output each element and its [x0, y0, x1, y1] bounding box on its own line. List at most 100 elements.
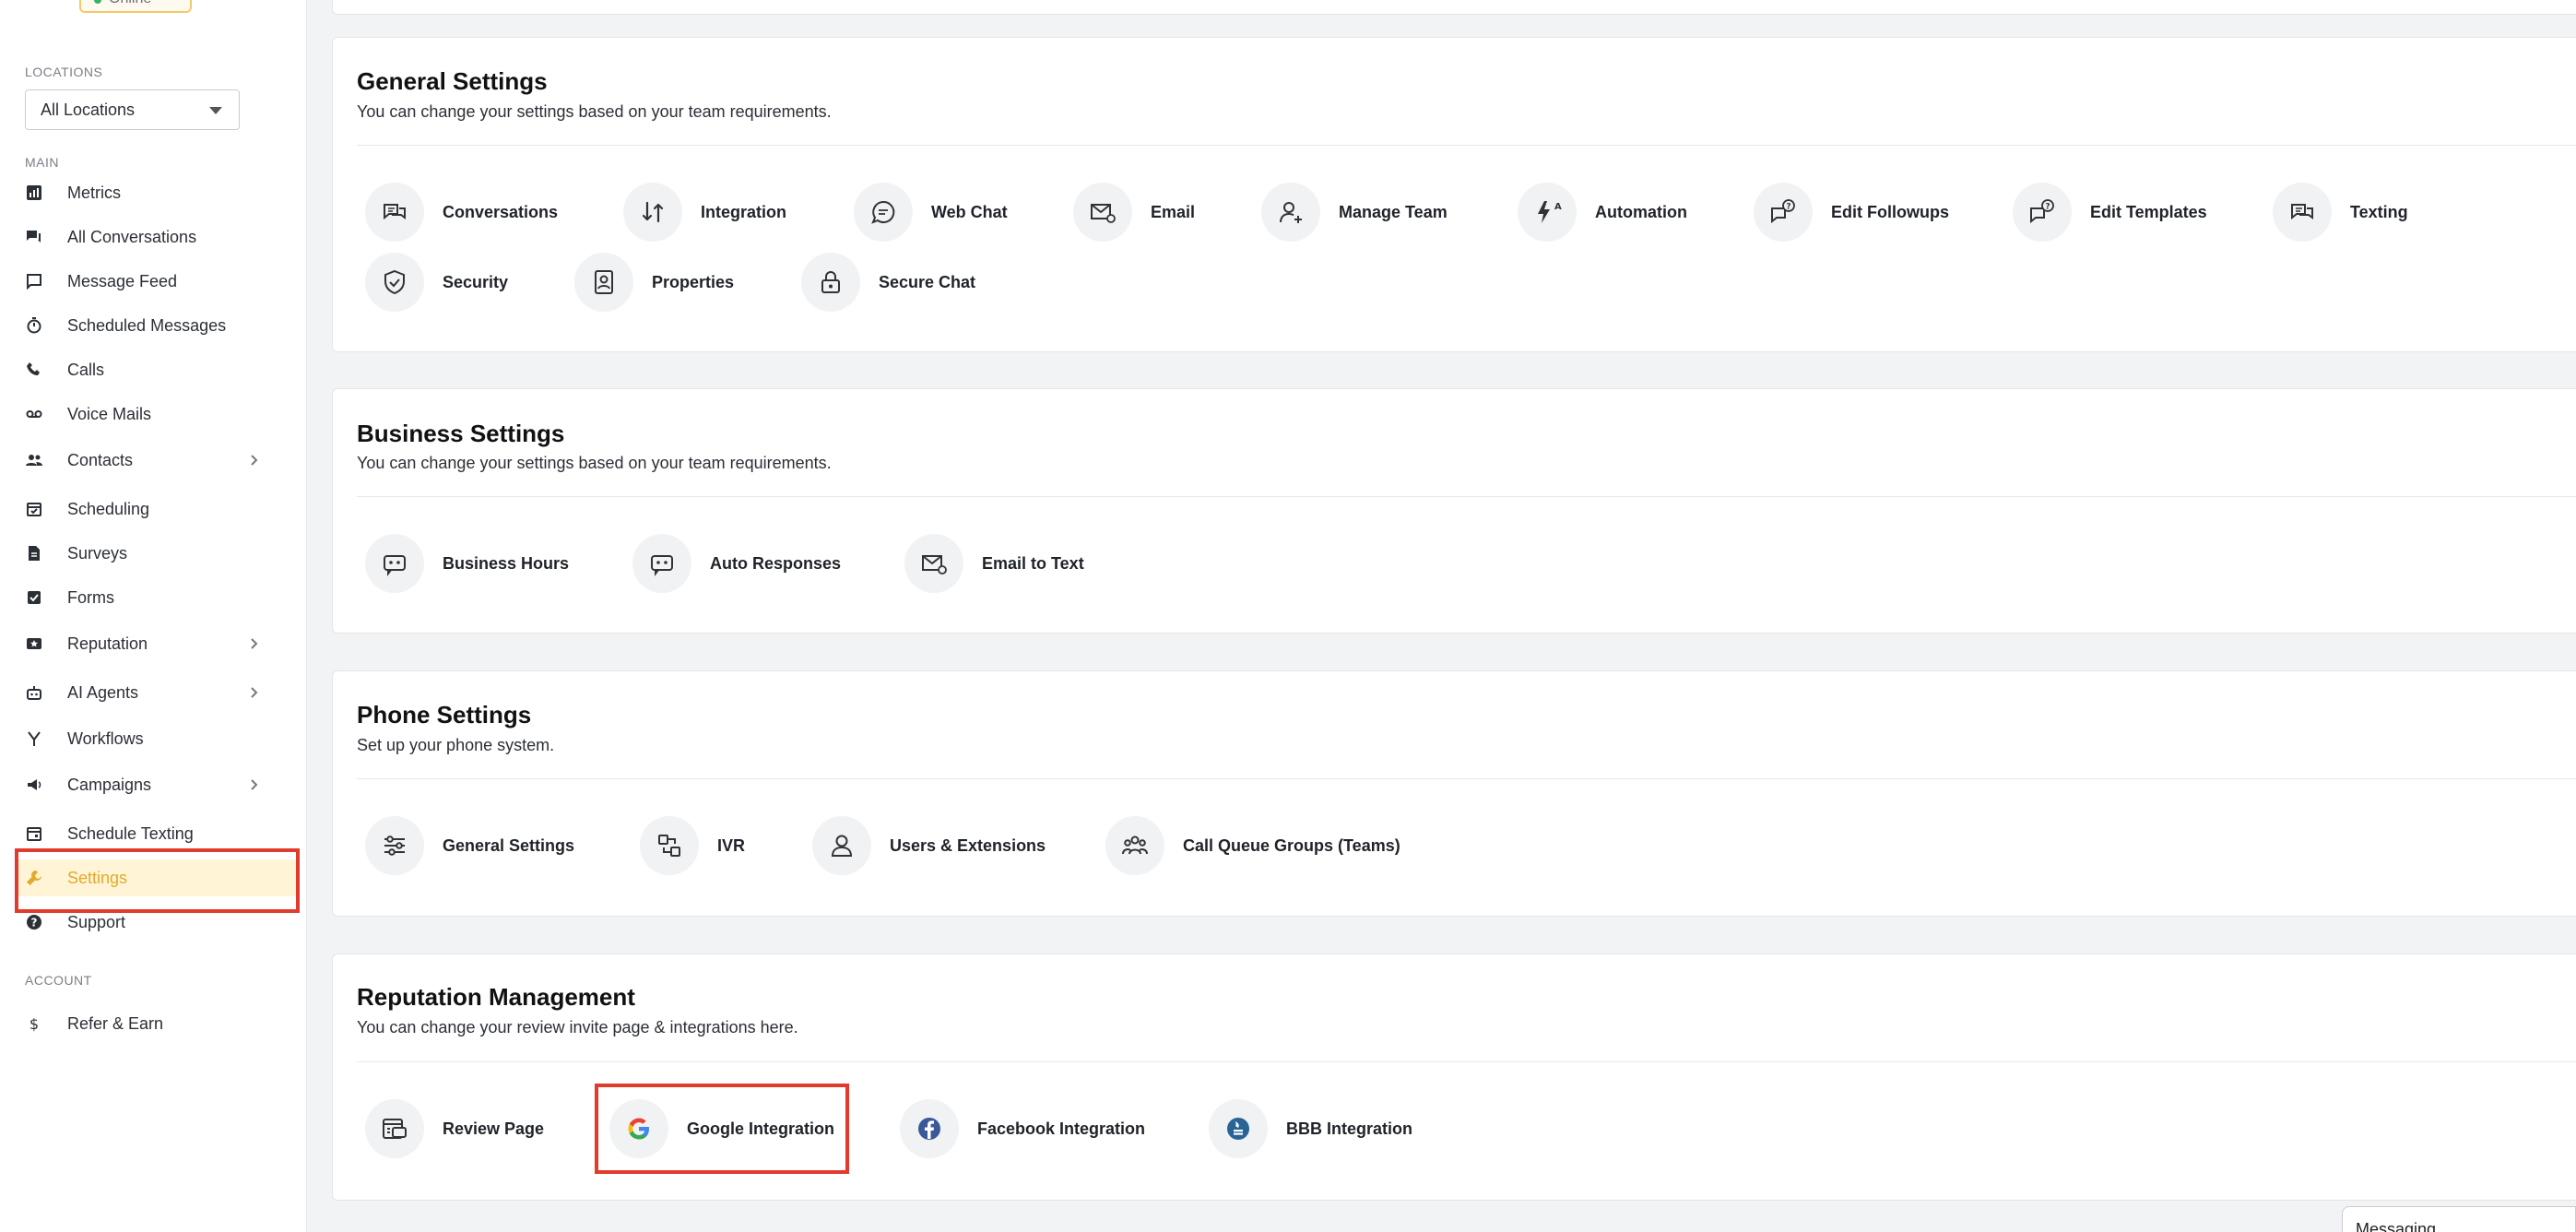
- sidebar-item-label: Refer & Earn: [67, 1013, 164, 1033]
- sidebar-item-calls[interactable]: Calls: [15, 351, 299, 388]
- sidebar-item-ai-agents[interactable]: AI Agents: [15, 674, 299, 711]
- sidebar-item-campaigns[interactable]: Campaigns: [15, 766, 299, 803]
- status-label: Online: [109, 0, 151, 7]
- sidebar-item-surveys[interactable]: Surveys: [15, 535, 299, 572]
- tile-bbb-integration[interactable]: BBB Integration: [1209, 1099, 1412, 1158]
- conversations-icon: [15, 229, 53, 245]
- general-settings-card: General Settings You can change your set…: [332, 37, 2576, 352]
- section-subtitle: You can change your review invite page &…: [357, 1018, 798, 1037]
- chat-question-icon: ?: [2013, 183, 2072, 242]
- sidebar-item-reputation[interactable]: Reputation: [15, 625, 299, 662]
- tile-email-to-text[interactable]: Email to Text: [904, 534, 1084, 593]
- chat-question-icon: ?: [1754, 183, 1813, 242]
- section-title: General Settings: [357, 67, 548, 95]
- sidebar-item-label: Workflows: [67, 729, 144, 748]
- tile-label: Texting: [2350, 202, 2408, 221]
- section-subtitle: You can change your settings based on yo…: [357, 102, 832, 121]
- reputation-management-card: Reputation Management You can change you…: [332, 954, 2576, 1201]
- business-settings-card: Business Settings You can change your se…: [332, 388, 2576, 634]
- sidebar-item-scheduled-messages[interactable]: Scheduled Messages: [15, 307, 299, 344]
- tile-edit-templates[interactable]: ? Edit Templates: [2013, 183, 2207, 242]
- tile-label: Review Page: [443, 1119, 545, 1138]
- tile-manage-team[interactable]: Manage Team: [1261, 183, 1448, 242]
- tile-label: Web Chat: [931, 202, 1008, 221]
- tile-auto-responses[interactable]: Auto Responses: [632, 534, 841, 593]
- sidebar-item-refer-earn[interactable]: $ Refer & Earn: [15, 1005, 299, 1042]
- sidebar-item-label: Contacts: [67, 450, 134, 469]
- locations-section-label: LOCATIONS: [25, 65, 103, 79]
- sidebar-item-voice-mails[interactable]: Voice Mails: [15, 396, 299, 432]
- sidebar-item-label: All Conversations: [67, 227, 197, 246]
- dollar-icon: $: [15, 1015, 53, 1032]
- status-pill[interactable]: Online: [79, 0, 192, 13]
- chat-bubbles-icon: [2273, 183, 2332, 242]
- sidebar-item-all-conversations[interactable]: All Conversations: [15, 219, 299, 255]
- google-logo-icon: [609, 1099, 668, 1158]
- sidebar-item-label: Message Feed: [67, 271, 178, 290]
- tile-review-page[interactable]: Review Page: [365, 1099, 544, 1158]
- metrics-icon: [15, 184, 53, 201]
- user-icon: [812, 816, 871, 875]
- shield-check-icon: [365, 253, 424, 312]
- section-divider: [357, 778, 2576, 779]
- chevron-right-icon: [251, 779, 258, 790]
- message-feed-icon: [15, 273, 53, 290]
- section-title: Business Settings: [357, 420, 565, 447]
- sidebar-item-label: Calls: [67, 360, 105, 379]
- tile-properties[interactable]: Properties: [574, 253, 734, 312]
- tile-users-extensions[interactable]: Users & Extensions: [812, 816, 1046, 875]
- tile-texting[interactable]: Texting: [2273, 183, 2408, 242]
- calendar-check-icon: [15, 501, 53, 517]
- sidebar-item-label: Schedule Texting: [67, 823, 194, 843]
- tile-business-hours[interactable]: Business Hours: [365, 534, 569, 593]
- contacts-icon: [15, 452, 53, 468]
- sidebar-item-scheduling[interactable]: Scheduling: [15, 491, 299, 527]
- sidebar-item-schedule-texting[interactable]: Schedule Texting: [15, 815, 299, 852]
- sidebar-item-forms[interactable]: Forms: [15, 579, 299, 616]
- wrench-icon: [15, 870, 53, 886]
- tile-label: Security: [443, 272, 509, 291]
- chevron-right-icon: [251, 687, 258, 698]
- ivr-flow-icon: [640, 816, 699, 875]
- svg-text:?: ?: [31, 917, 38, 930]
- tile-label: Facebook Integration: [977, 1119, 1146, 1138]
- sidebar-item-label: Surveys: [67, 543, 128, 563]
- tile-general-settings[interactable]: General Settings: [365, 816, 574, 875]
- tile-call-queue-groups[interactable]: Call Queue Groups (Teams): [1105, 816, 1400, 875]
- tile-conversations[interactable]: Conversations: [365, 183, 558, 242]
- svg-text:?: ?: [1786, 203, 1790, 212]
- tile-edit-followups[interactable]: ? Edit Followups: [1754, 183, 1949, 242]
- sidebar-item-message-feed[interactable]: Message Feed: [15, 263, 299, 300]
- tile-security[interactable]: Security: [365, 253, 508, 312]
- sidebar-item-support[interactable]: ? Support: [15, 904, 299, 941]
- facebook-logo-icon: [900, 1099, 959, 1158]
- sidebar-item-contacts[interactable]: Contacts: [15, 442, 299, 479]
- chevron-right-icon: [251, 638, 258, 649]
- megaphone-icon: [15, 776, 53, 793]
- tile-web-chat[interactable]: Web Chat: [854, 183, 1008, 242]
- chat-bubble-icon: [854, 183, 913, 242]
- sidebar-item-label: Voice Mails: [67, 404, 152, 423]
- tile-automation[interactable]: A Automation: [1518, 183, 1687, 242]
- tile-ivr[interactable]: IVR: [640, 816, 745, 875]
- contact-card-icon: [574, 253, 633, 312]
- sidebar-item-label: Forms: [67, 587, 114, 607]
- top-card-partial: [332, 0, 2576, 15]
- tile-secure-chat[interactable]: Secure Chat: [801, 253, 975, 312]
- chevron-right-icon: [251, 455, 258, 466]
- tile-google-integration[interactable]: Google Integration: [609, 1099, 834, 1158]
- sidebar-item-workflows[interactable]: Workflows: [15, 720, 299, 757]
- form-check-icon: [15, 589, 53, 606]
- account-section-label: ACCOUNT: [25, 973, 92, 988]
- tile-integration[interactable]: Integration: [623, 183, 786, 242]
- messaging-tab[interactable]: Messaging: [2342, 1206, 2576, 1232]
- tile-email[interactable]: Email: [1073, 183, 1195, 242]
- sidebar-item-metrics[interactable]: Metrics: [15, 174, 299, 211]
- sync-arrows-icon: [623, 183, 682, 242]
- sidebar-item-settings[interactable]: Settings: [15, 859, 299, 896]
- tile-label: Integration: [701, 202, 786, 221]
- locations-select[interactable]: All Locations: [25, 89, 240, 130]
- section-title: Phone Settings: [357, 701, 532, 729]
- tile-label: IVR: [717, 835, 746, 855]
- tile-facebook-integration[interactable]: Facebook Integration: [900, 1099, 1145, 1158]
